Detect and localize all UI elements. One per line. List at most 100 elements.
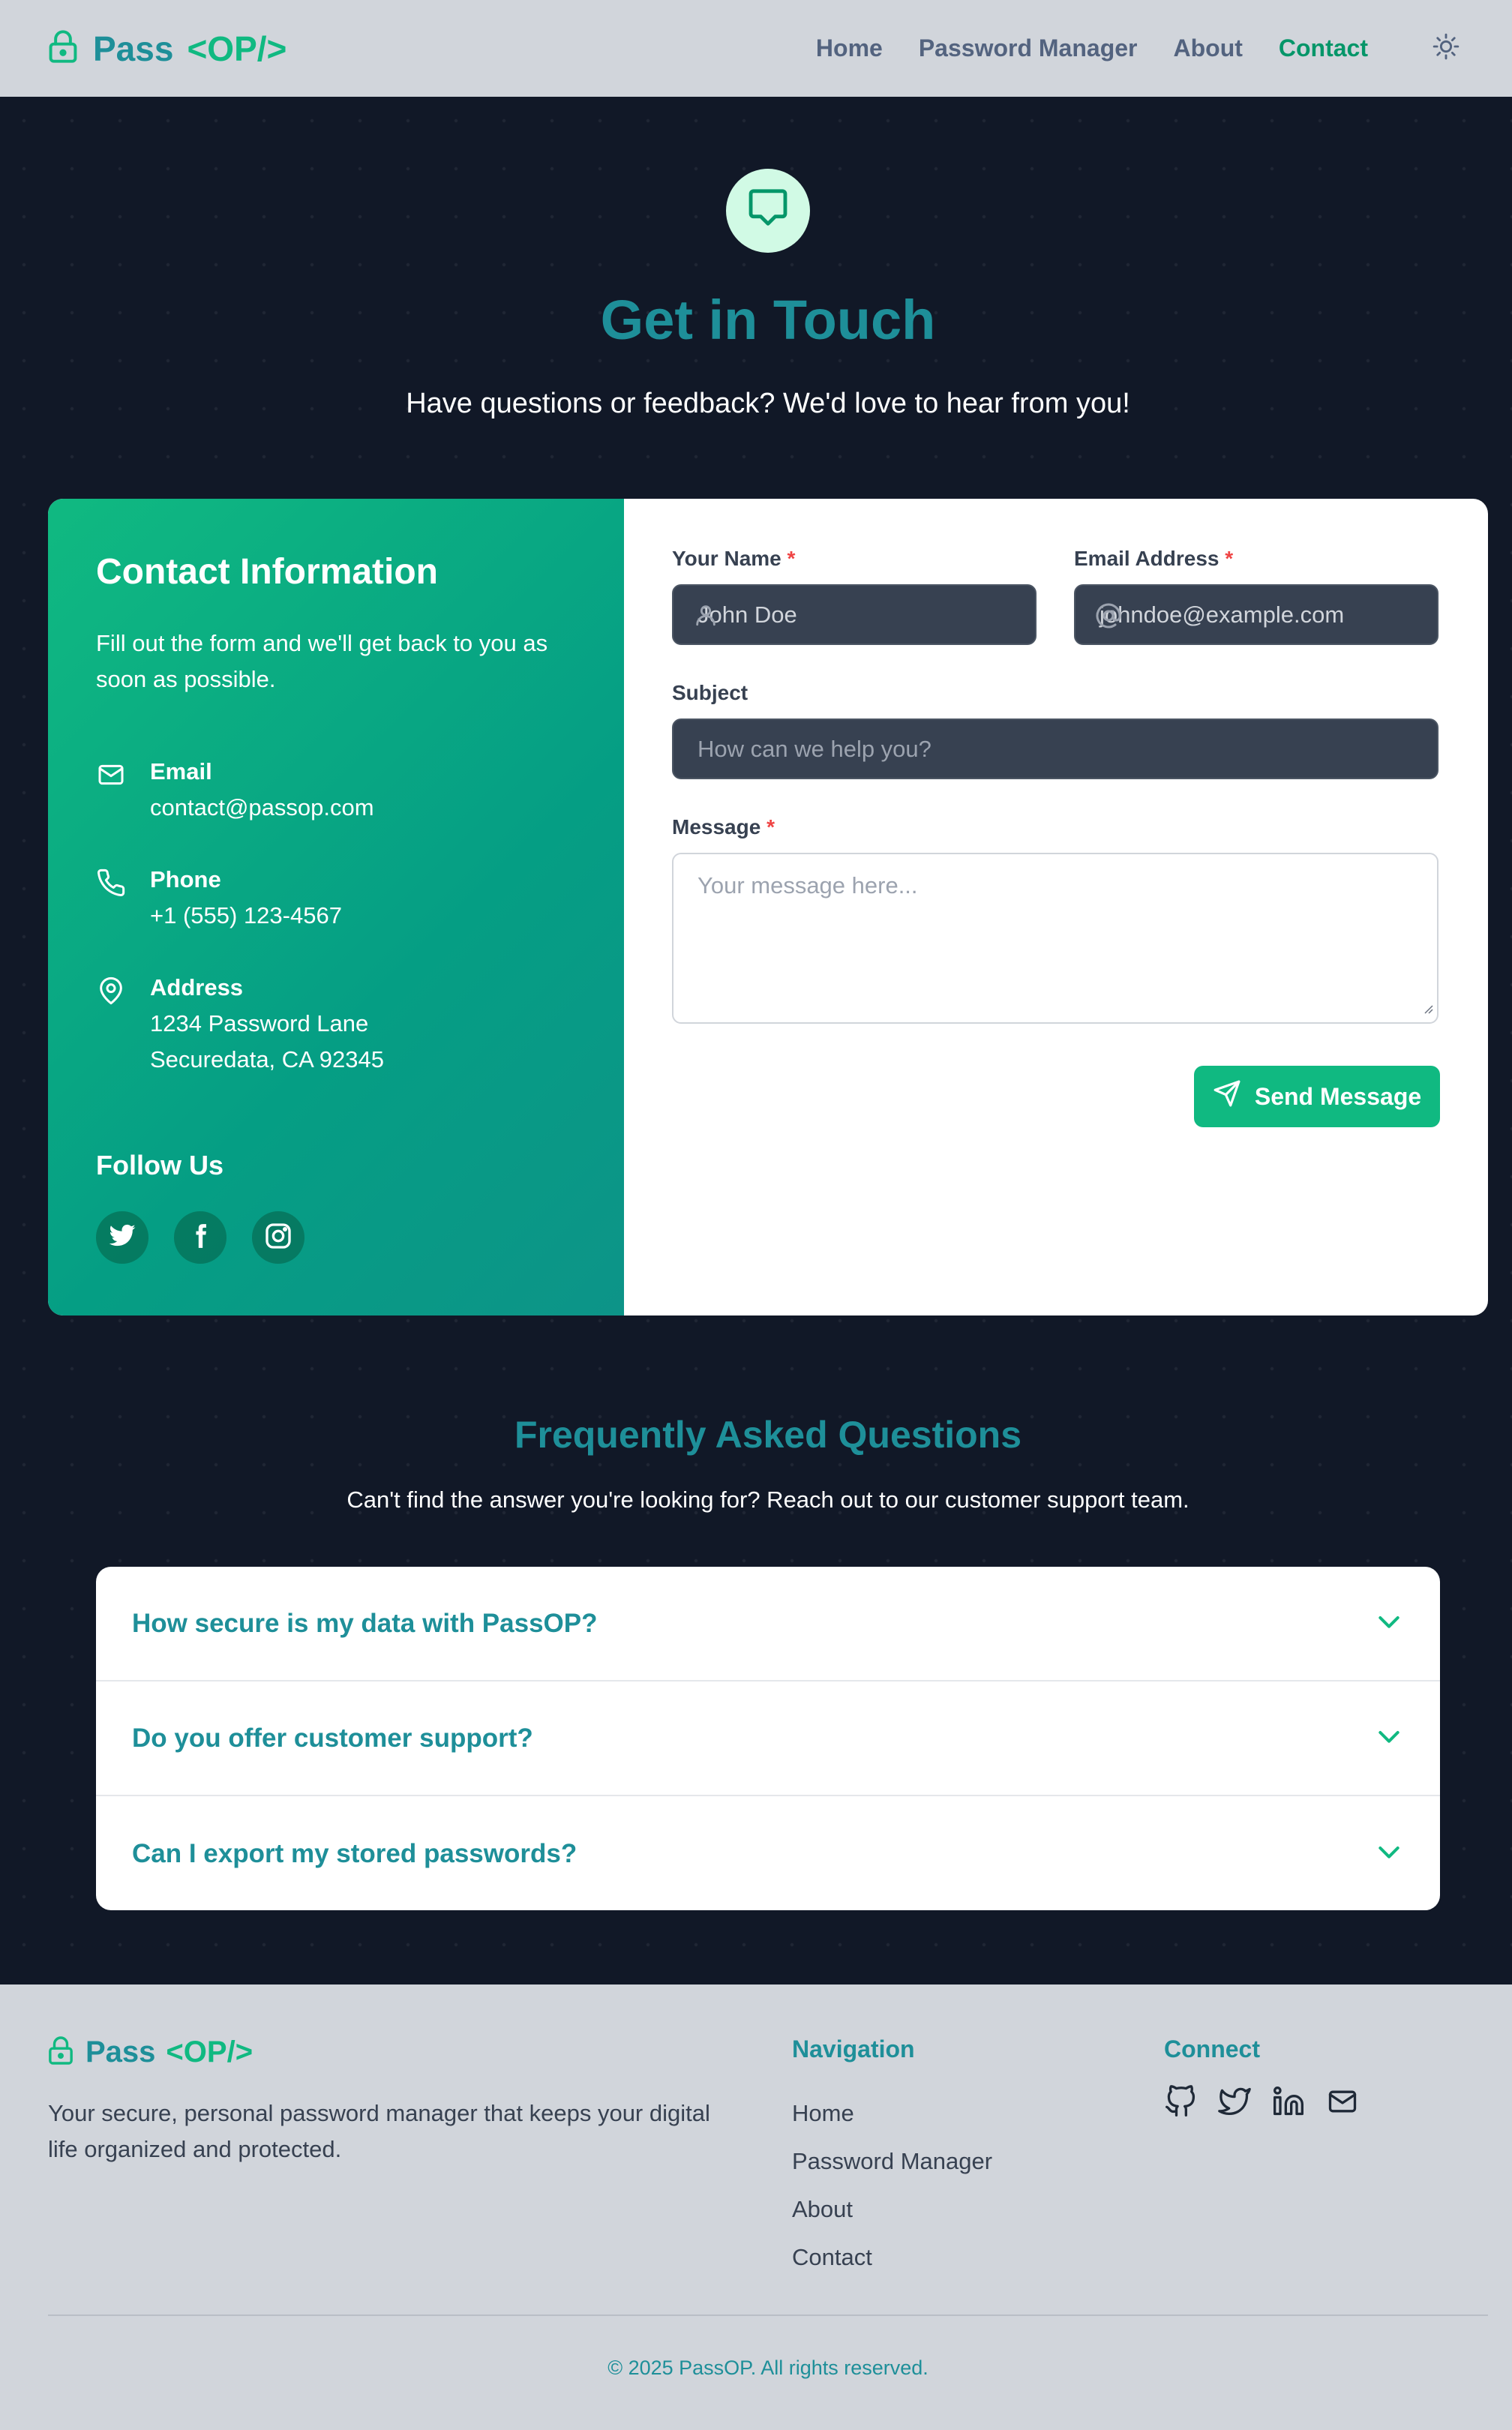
map-pin-icon bbox=[96, 976, 128, 1007]
name-label-text: Your Name bbox=[672, 547, 782, 570]
twitter-link[interactable] bbox=[96, 1211, 148, 1264]
subject-label: Subject bbox=[672, 681, 748, 704]
logo-accent: <OP/> bbox=[187, 28, 287, 68]
contact-email-value[interactable]: contact@passop.com bbox=[150, 790, 374, 826]
name-input[interactable]: John Doe bbox=[672, 584, 1036, 645]
logo-text: Pass bbox=[93, 28, 174, 68]
copyright: © 2025 PassOP. All rights reserved. bbox=[608, 2356, 928, 2379]
contact-phone-value[interactable]: +1 (555) 123-4567 bbox=[150, 898, 342, 934]
theme-toggle-button[interactable] bbox=[1428, 31, 1464, 67]
footer-link-contact[interactable]: Contact bbox=[792, 2234, 992, 2282]
phone-icon bbox=[96, 868, 128, 899]
instagram-icon bbox=[263, 1221, 293, 1255]
instagram-link[interactable] bbox=[252, 1211, 304, 1264]
name-label: Your Name * bbox=[672, 547, 1036, 571]
faq-item[interactable]: Can I export my stored passwords? bbox=[96, 1796, 1440, 1910]
contact-phone: Phone +1 (555) 123-4567 bbox=[96, 862, 342, 934]
faq-item[interactable]: Do you offer customer support? bbox=[96, 1682, 1440, 1796]
send-icon bbox=[1213, 1079, 1241, 1114]
message-textarea[interactable]: Your message here... bbox=[672, 853, 1438, 1024]
message-field-group: Message * Your message here... bbox=[672, 815, 1438, 1024]
faq-subtitle: Can't find the answer you're looking for… bbox=[346, 1486, 1190, 1513]
contact-email-label: Email bbox=[150, 758, 212, 784]
nav-about[interactable]: About bbox=[1173, 34, 1242, 62]
send-message-button[interactable]: Send Message bbox=[1194, 1066, 1440, 1127]
required-marker: * bbox=[766, 815, 775, 838]
footer-connect-icons bbox=[1164, 2085, 1359, 2122]
message-label: Message * bbox=[672, 815, 1438, 839]
at-sign-icon bbox=[1095, 602, 1122, 635]
send-message-label: Send Message bbox=[1254, 1082, 1422, 1110]
faq-title: Frequently Asked Questions bbox=[514, 1414, 1022, 1456]
footer-nav-links: Home Password Manager About Contact bbox=[792, 2090, 992, 2282]
contact-card: Contact Information Fill out the form an… bbox=[48, 499, 1488, 1316]
email-input-value: johndoe@example.com bbox=[1100, 601, 1345, 628]
twitter-icon[interactable] bbox=[1218, 2085, 1251, 2122]
faq-question: How secure is my data with PassOP? bbox=[132, 1608, 598, 1638]
footer-navigation-title: Navigation bbox=[792, 2036, 915, 2062]
mail-icon[interactable] bbox=[1326, 2085, 1359, 2122]
facebook-link[interactable] bbox=[174, 1211, 226, 1264]
contact-address-line1: 1234 Password Lane bbox=[150, 1010, 369, 1036]
lock-icon bbox=[48, 29, 78, 68]
email-field-group: Email Address * johndoe@example.com bbox=[1074, 547, 1438, 645]
contact-address-label: Address bbox=[150, 974, 244, 1000]
nav-home[interactable]: Home bbox=[816, 34, 883, 62]
faq-list: How secure is my data with PassOP? Do yo… bbox=[96, 1567, 1440, 1910]
footer-link-home[interactable]: Home bbox=[792, 2090, 992, 2138]
resize-handle-icon[interactable] bbox=[1422, 994, 1434, 1021]
subject-placeholder: How can we help you? bbox=[698, 735, 932, 762]
faq-question: Do you offer customer support? bbox=[132, 1723, 533, 1753]
page-subtitle: Have questions or feedback? We'd love to… bbox=[406, 388, 1130, 419]
mail-icon bbox=[96, 760, 128, 791]
facebook-icon bbox=[186, 1222, 214, 1254]
chevron-down-icon bbox=[1374, 1837, 1404, 1870]
contact-address-line2: Securedata, CA 92345 bbox=[150, 1046, 384, 1072]
chevron-down-icon bbox=[1374, 1606, 1404, 1640]
navbar: Pass <OP/> Home Password Manager About Co… bbox=[0, 0, 1512, 97]
chevron-down-icon bbox=[1374, 1721, 1404, 1755]
footer-description: Your secure, personal password manager t… bbox=[48, 2100, 710, 2162]
message-placeholder: Your message here... bbox=[698, 872, 918, 898]
footer-logo-text: Pass bbox=[86, 2036, 156, 2068]
contact-info-description: Fill out the form and we'll get back to … bbox=[96, 630, 548, 692]
linkedin-icon[interactable] bbox=[1272, 2085, 1305, 2122]
required-marker: * bbox=[1225, 547, 1234, 570]
follow-us-title: Follow Us bbox=[96, 1150, 224, 1180]
twitter-icon bbox=[108, 1222, 136, 1254]
contact-address: Address 1234 Password Lane Securedata, C… bbox=[96, 970, 384, 1078]
contact-info-panel: Contact Information Fill out the form an… bbox=[48, 499, 624, 1316]
user-icon bbox=[693, 602, 718, 634]
contact-section: Get in Touch Have questions or feedback?… bbox=[0, 97, 1512, 1984]
hero-icon-circle bbox=[726, 169, 810, 253]
email-label-text: Email Address bbox=[1074, 547, 1220, 570]
message-icon bbox=[746, 188, 790, 235]
contact-email: Email contact@passop.com bbox=[96, 754, 374, 826]
main-nav: Home Password Manager About Contact bbox=[816, 31, 1464, 67]
subject-input[interactable]: How can we help you? bbox=[672, 718, 1438, 779]
message-label-text: Message bbox=[672, 815, 761, 838]
sun-icon bbox=[1432, 32, 1460, 64]
email-label: Email Address * bbox=[1074, 547, 1438, 571]
email-input[interactable]: johndoe@example.com bbox=[1074, 584, 1438, 645]
footer-logo[interactable]: Pass <OP/> bbox=[48, 2036, 253, 2069]
nav-contact[interactable]: Contact bbox=[1279, 34, 1368, 62]
lock-icon bbox=[48, 2036, 74, 2069]
name-field-group: Your Name * John Doe bbox=[672, 547, 1036, 645]
contact-phone-label: Phone bbox=[150, 866, 221, 892]
footer-connect-title: Connect bbox=[1164, 2036, 1260, 2062]
footer-divider bbox=[48, 2314, 1488, 2316]
subject-field-group: Subject How can we help you? bbox=[672, 681, 1438, 779]
footer: Pass <OP/> Your secure, personal password… bbox=[0, 1984, 1512, 2430]
footer-link-about[interactable]: About bbox=[792, 2186, 992, 2234]
footer-link-password-manager[interactable]: Password Manager bbox=[792, 2138, 992, 2186]
contact-info-title: Contact Information bbox=[96, 552, 438, 592]
faq-question: Can I export my stored passwords? bbox=[132, 1838, 578, 1868]
logo[interactable]: Pass <OP/> bbox=[48, 28, 286, 69]
nav-password-manager[interactable]: Password Manager bbox=[919, 34, 1138, 62]
contact-form: Your Name * John Doe Email Address * joh… bbox=[624, 499, 1488, 1316]
faq-item[interactable]: How secure is my data with PassOP? bbox=[96, 1567, 1440, 1682]
github-icon[interactable] bbox=[1164, 2085, 1197, 2122]
footer-logo-accent: <OP/> bbox=[166, 2036, 254, 2068]
required-marker: * bbox=[787, 547, 796, 570]
